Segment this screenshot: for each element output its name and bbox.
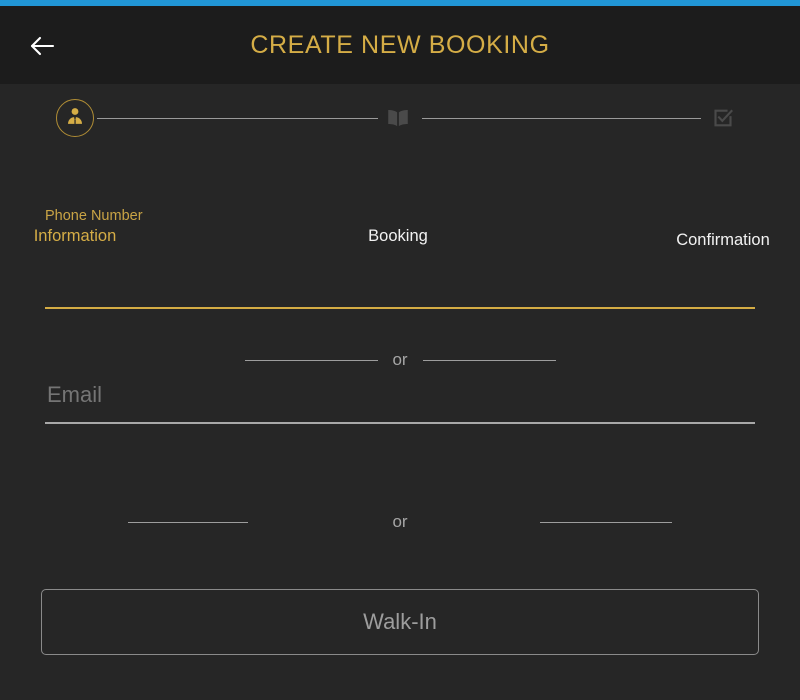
email-input[interactable] xyxy=(45,376,759,414)
or-divider-2: or xyxy=(0,511,800,535)
walk-in-button[interactable]: Walk-In xyxy=(41,589,759,655)
checkbox-checked-icon xyxy=(711,106,735,135)
phone-number-input[interactable] xyxy=(45,240,759,278)
or-divider-1-text: or xyxy=(392,350,408,369)
step-active-circle xyxy=(56,99,94,137)
stepper: Information Booking Confirmation xyxy=(0,84,800,249)
or-divider-2-text: or xyxy=(392,512,408,531)
step-booking-icon-wrap xyxy=(376,98,420,142)
step-confirmation-icon-wrap xyxy=(701,98,745,142)
email-field[interactable] xyxy=(45,370,759,440)
stepper-connector-2 xyxy=(422,118,701,119)
phone-number-underline xyxy=(45,307,755,309)
page-title: CREATE NEW BOOKING xyxy=(250,31,550,59)
or-divider-2-rule-right xyxy=(540,522,672,523)
create-booking-screen: CREATE NEW BOOKING Information Booking C… xyxy=(0,0,800,700)
email-underline xyxy=(45,422,755,424)
stepper-connector-1 xyxy=(97,118,378,119)
phone-number-label: Phone Number xyxy=(45,208,143,224)
app-bar: CREATE NEW BOOKING xyxy=(0,6,800,84)
phone-number-field[interactable]: Phone Number xyxy=(45,208,759,310)
step-information-icon-wrap xyxy=(53,96,97,140)
or-divider-1-rule-right xyxy=(423,360,556,361)
business-person-icon xyxy=(65,106,85,131)
open-book-icon xyxy=(385,105,411,136)
